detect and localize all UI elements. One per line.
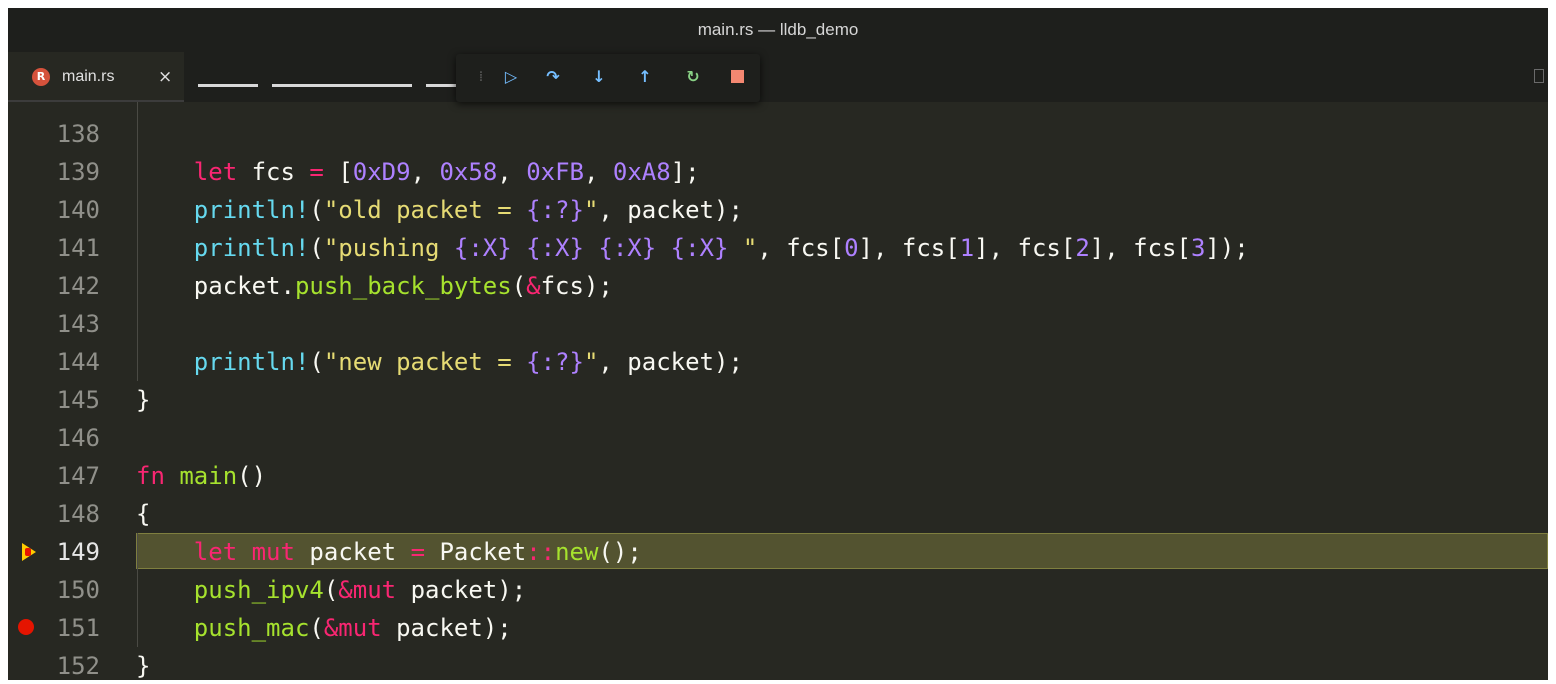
restart-icon[interactable]: ↻ [678,62,708,92]
code-text: push_mac(&mut packet); [193,614,512,642]
code-text: println!("new packet = {:?}", packet); [193,348,743,376]
code-line-138[interactable]: 138 [8,115,1548,153]
stop-icon[interactable] [722,62,752,92]
code-text: } [136,652,151,680]
code-text: } [136,386,151,414]
line-number: 150 [56,576,100,604]
editor-window: main.rs — lldb_demo R main.rs × ⁞ ▷ ↷ ↓ … [8,8,1548,680]
line-number: 152 [56,652,100,680]
debug-toolbar: ⁞ ▷ ↷ ↓ ↑ ↻ [456,54,760,102]
line-number: 141 [56,234,100,262]
code-text: push_ipv4(&mut packet); [193,576,527,604]
code-line-144[interactable]: 144 println!("new packet = {:?}", packet… [8,343,1548,381]
code-line-142[interactable]: 142 packet.push_back_bytes(&fcs); [8,267,1548,305]
line-number: 149 [56,538,100,566]
line-number: 138 [56,120,100,148]
code-line-148[interactable]: 148 { [8,495,1548,533]
code-text: packet.push_back_bytes(&fcs); [193,272,613,300]
line-number: 139 [56,158,100,186]
drag-grip-icon[interactable]: ⁞ [466,62,496,92]
code-text: { [136,500,151,528]
line-number: 144 [56,348,100,376]
code-text: println!("pushing {:X} {:X} {:X} {:X} ",… [193,234,1249,262]
close-icon[interactable]: × [158,52,172,102]
code-line-143[interactable]: 143 [8,305,1548,343]
rust-file-icon: R [32,68,50,86]
tab-main-rs[interactable]: R main.rs × [8,52,184,102]
step-into-icon[interactable]: ↓ [584,62,614,92]
code-text: println!("old packet = {:?}", packet); [193,196,743,224]
tab-label: main.rs [62,68,115,85]
code-line-146[interactable]: 146 [8,419,1548,457]
code-line-149[interactable]: 149 let mut packet = Packet::new(); [8,533,1548,571]
continue-icon[interactable]: ▷ [496,62,526,92]
step-out-icon[interactable]: ↑ [630,62,660,92]
line-number: 148 [56,500,100,528]
indent-guide [137,533,138,647]
window-title: main.rs — lldb_demo [697,20,859,39]
code-line-151[interactable]: 151 push_mac(&mut packet); [8,609,1548,647]
code-line-141[interactable]: 141 println!("pushing {:X} {:X} {:X} {:X… [8,229,1548,267]
code-line-150[interactable]: 150 push_ipv4(&mut packet); [8,571,1548,609]
code-line-145[interactable]: 145} [8,381,1548,419]
code-line-152[interactable]: 152} [8,647,1548,680]
tab-bar: R main.rs × [8,52,1548,102]
line-number: 147 [56,462,100,490]
line-number: 142 [56,272,100,300]
code-text: let mut packet = Packet::new(); [193,538,642,566]
indent-guide [137,102,138,381]
code-editor[interactable]: 138 139 let fcs = [0xD9, 0x58, 0xFB, 0xA8… [8,84,1548,680]
code-line-140[interactable]: 140 println!("old packet = {:?}", packet… [8,191,1548,229]
line-number: 151 [56,614,100,642]
line-number: 143 [56,310,100,338]
code-line-147[interactable]: 147 fn main() [8,457,1548,495]
code-text: let fcs = [0xD9, 0x58, 0xFB, 0xA8]; [193,158,700,186]
code-line-139[interactable]: 139 let fcs = [0xD9, 0x58, 0xFB, 0xA8]; [8,153,1548,191]
step-over-icon[interactable]: ↷ [538,62,568,92]
title-bar: main.rs — lldb_demo [8,8,1548,52]
line-number: 140 [56,196,100,224]
line-number: 146 [56,424,100,452]
split-editor-icon[interactable] [1534,69,1544,83]
code-text: fn main() [136,462,267,490]
line-number: 145 [56,386,100,414]
